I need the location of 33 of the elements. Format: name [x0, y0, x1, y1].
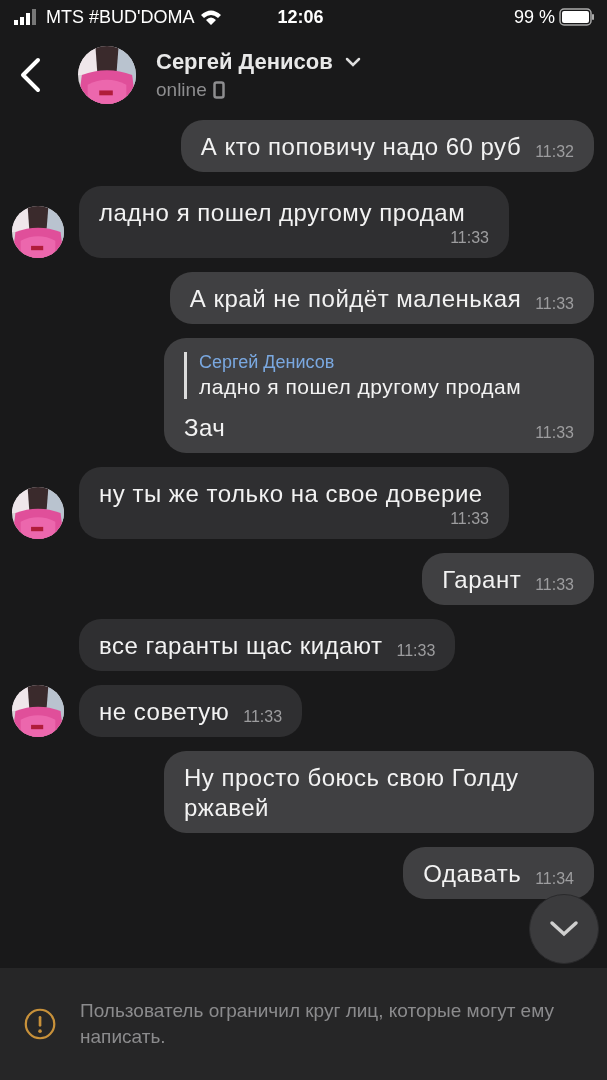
- online-status: online: [156, 79, 207, 101]
- message-bubble[interactable]: А край не пойдёт маленькая 11:33: [169, 272, 594, 324]
- battery-percent: 99 %: [514, 6, 555, 28]
- phone-icon: [212, 81, 225, 99]
- message-bubble[interactable]: ладно я пошел другому продам 11:33: [79, 186, 509, 258]
- message-bubble[interactable]: не советую 11:33: [79, 685, 303, 737]
- battery-icon: [559, 8, 595, 26]
- clock: 12:06: [276, 6, 325, 28]
- warning-icon: [24, 1006, 57, 1042]
- message-bubble[interactable]: Сергей Денисов ладно я пошел другому продам Зач 11:33: [164, 338, 594, 453]
- message-time: 11:33: [535, 423, 574, 443]
- message-bubble[interactable]: Гарант 11:33: [422, 553, 594, 605]
- restriction-notice: Пользователь ограничил круг лиц, которые могут ему написать.: [80, 999, 555, 1049]
- back-button[interactable]: [18, 57, 42, 93]
- message-time: 11:32: [535, 142, 574, 162]
- message-time: 11:33: [396, 641, 436, 661]
- carrier-name: MTS #BUD'DOMA: [46, 6, 195, 28]
- message-time: 11:33: [450, 228, 489, 248]
- message-time: 11:34: [535, 869, 574, 889]
- message-bubble[interactable]: ну ты же только на свое доверие 11:33: [79, 467, 509, 539]
- message-time: 11:33: [535, 294, 574, 314]
- chevron-down-icon[interactable]: [549, 920, 579, 938]
- contact-name[interactable]: Сергей Денисов: [156, 49, 333, 75]
- quoted-message[interactable]: Сергей Денисов ладно я пошел другому продам: [184, 352, 574, 399]
- message-bubble[interactable]: все гаранты щас кидают 11:33: [79, 619, 456, 671]
- message-time: 11:33: [535, 575, 574, 595]
- message-time: 11:33: [243, 707, 283, 727]
- message-bubble[interactable]: Ну просто боюсь свою Голду ржавей: [164, 751, 594, 833]
- chevron-down-icon[interactable]: [344, 57, 361, 67]
- message-time: 11:33: [450, 509, 489, 529]
- message-bubble[interactable]: А кто поповичу надо 60 руб 11:32: [180, 120, 594, 172]
- message-bubble[interactable]: Одавать 11:34: [403, 847, 594, 899]
- wifi-icon: [200, 9, 223, 25]
